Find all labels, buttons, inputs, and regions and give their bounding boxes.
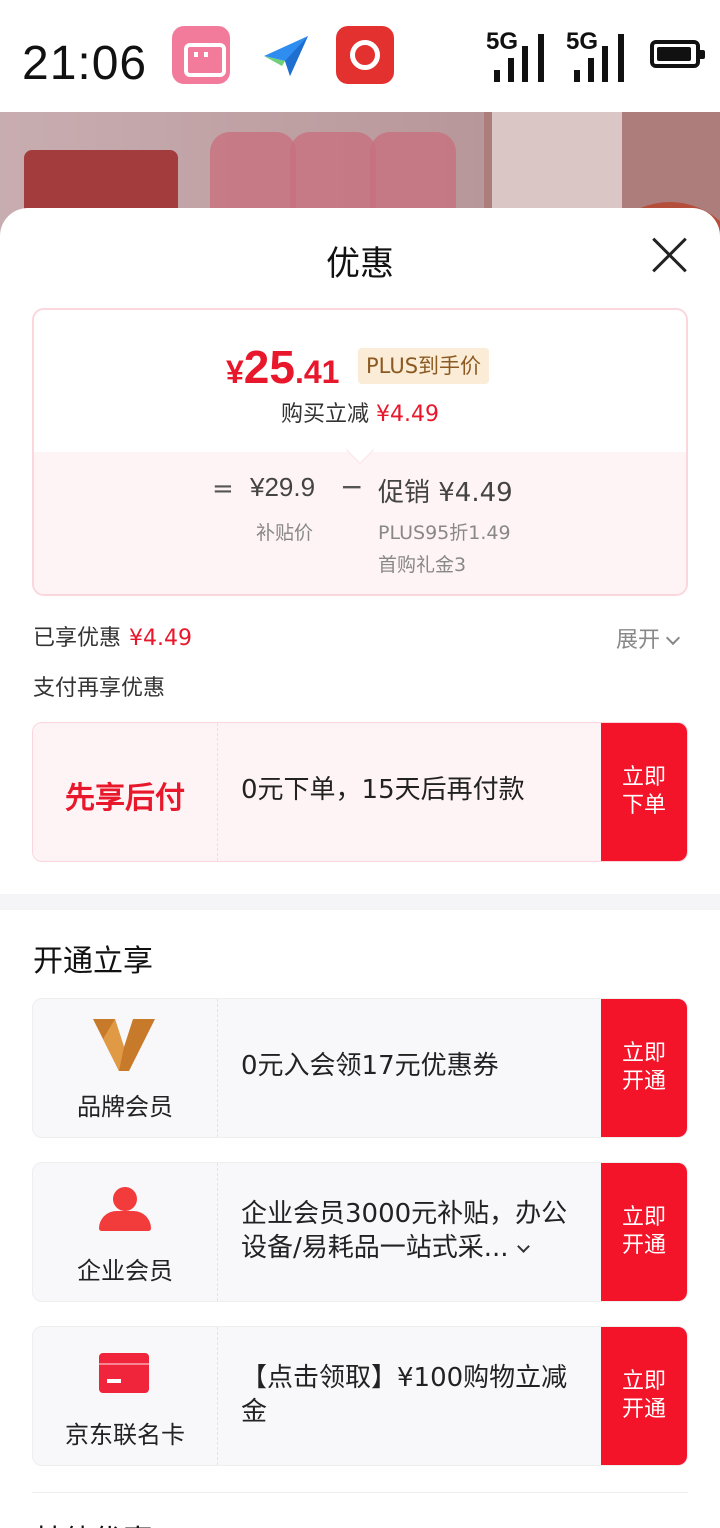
equals-sign: = xyxy=(212,474,234,504)
send-icon xyxy=(258,26,316,84)
battery-icon xyxy=(650,40,705,68)
membership-label: 品牌会员 xyxy=(77,1093,173,1121)
minus-sign: − xyxy=(340,470,364,503)
status-bar: 21:06 5G 5G xyxy=(0,0,720,112)
promotion-amount: 促销 ¥4.49 xyxy=(378,478,513,508)
open-membership-button[interactable]: 立即开通 xyxy=(601,1163,687,1301)
membership-desc: 【点击领取】¥100购物立减金 xyxy=(241,1363,568,1427)
subsidy-price: ¥29.9 xyxy=(250,472,316,502)
instant-discount: 购买立减 ¥4.49 xyxy=(281,402,439,427)
netease-music-icon xyxy=(336,26,394,84)
divider xyxy=(32,1492,688,1493)
promotion-detail: PLUS95折1.49 xyxy=(378,522,511,544)
signal-icon: 5G xyxy=(486,28,552,82)
credit-card-icon xyxy=(99,1353,149,1393)
bilibili-icon xyxy=(172,26,230,84)
membership-desc: 0元入会领17元优惠券 xyxy=(241,1051,499,1081)
price-summary: ¥25.41 PLUS到手价 购买立减 ¥4.49 = ¥29.9 补贴价 − … xyxy=(32,308,688,596)
membership-card-enterprise[interactable]: 企业会员 企业会员3000元补贴，办公设备/易耗品一站式采... 立即开通 xyxy=(32,1162,688,1302)
subsidy-price-label: 补贴价 xyxy=(256,522,314,544)
open-section-title: 开通立享 xyxy=(33,944,153,979)
promotion-detail: 首购礼金3 xyxy=(378,554,467,576)
close-icon[interactable] xyxy=(648,234,692,278)
pay-more-title: 支付再享优惠 xyxy=(33,676,166,701)
membership-label: 企业会员 xyxy=(77,1257,173,1285)
chevron-down-icon xyxy=(665,630,681,646)
v-brand-icon xyxy=(93,1017,155,1073)
discount-sheet: 优惠 ¥25.41 PLUS到手价 购买立减 ¥4.49 = ¥29.9 补贴价… xyxy=(0,208,720,1528)
chevron-down-icon xyxy=(516,1240,530,1253)
section-divider xyxy=(0,894,720,910)
signal-icon: 5G xyxy=(566,28,632,82)
expand-toggle[interactable]: 展开 xyxy=(616,622,681,654)
other-section-title: 其他优惠 xyxy=(33,1516,153,1528)
pay-later-card[interactable]: 先享后付 0元下单，15天后再付款 立即下单 xyxy=(32,722,688,862)
clock: 21:06 xyxy=(22,37,148,90)
enjoyed-discount: 已享优惠 ¥4.49 xyxy=(33,626,192,651)
pay-later-label: 先享后付 xyxy=(65,781,185,816)
membership-label: 京东联名卡 xyxy=(65,1421,185,1449)
pay-later-desc: 0元下单，15天后再付款 xyxy=(241,775,525,805)
person-icon xyxy=(99,1187,151,1237)
final-price: ¥25.41 xyxy=(226,341,340,393)
membership-card-brand[interactable]: 品牌会员 0元入会领17元优惠券 立即开通 xyxy=(32,998,688,1138)
membership-card-jd-card[interactable]: 京东联名卡 【点击领取】¥100购物立减金 立即开通 xyxy=(32,1326,688,1466)
order-now-button[interactable]: 立即下单 xyxy=(601,723,687,861)
open-membership-button[interactable]: 立即开通 xyxy=(601,999,687,1137)
plus-price-badge: PLUS到手价 xyxy=(358,348,490,384)
sheet-title: 优惠 xyxy=(326,244,394,284)
membership-desc: 企业会员3000元补贴，办公设备/易耗品一站式采... xyxy=(241,1199,568,1263)
open-membership-button[interactable]: 立即开通 xyxy=(601,1327,687,1465)
